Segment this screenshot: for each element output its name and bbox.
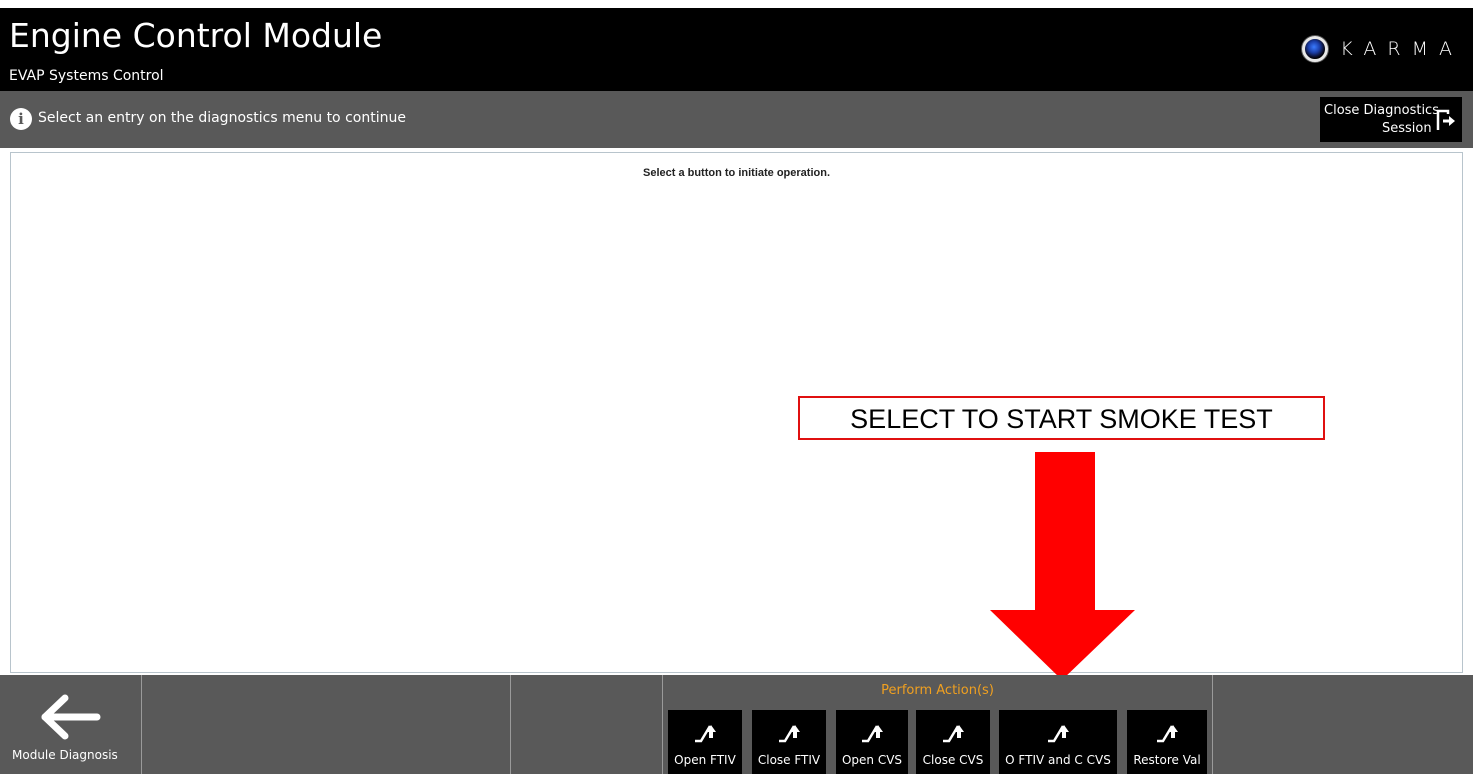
action-label: Restore Val (1133, 753, 1201, 767)
open-ftiv-close-cvs-button[interactable]: O FTIV and C CVS (999, 710, 1117, 774)
close-cvs-button[interactable]: Close CVS (916, 710, 990, 774)
actuator-icon (695, 725, 716, 743)
operation-hint: Select a button to initiate operation. (642, 167, 830, 179)
actuator-icon (779, 725, 800, 743)
action-label: O FTIV and C CVS (1005, 753, 1111, 767)
action-label: Open CVS (841, 753, 903, 767)
brand-logo: KARMA (1302, 36, 1463, 62)
page-title: Engine Control Module (9, 16, 383, 55)
open-cvs-button[interactable]: Open CVS (836, 710, 908, 774)
bottom-action-bar: Module Diagnosis Perform Action(s) Open … (0, 675, 1473, 774)
close-ftiv-button[interactable]: Close FTIV (752, 710, 826, 774)
annotation-text: SELECT TO START SMOKE TEST (850, 404, 1273, 434)
exit-door-icon (1436, 109, 1455, 130)
restore-valves-button[interactable]: Restore Val (1127, 710, 1207, 774)
module-diagnosis-back-button[interactable]: Module Diagnosis (0, 675, 141, 774)
close-button-label-line1: Close Diagnostics (1324, 103, 1439, 118)
divider (141, 675, 142, 774)
action-label: Open FTIV (674, 753, 736, 767)
back-button-label: Module Diagnosis (12, 748, 118, 762)
close-diagnostics-session-button[interactable]: Close Diagnostics Session (1320, 97, 1462, 142)
down-arrow-icon (990, 452, 1135, 680)
page-subtitle: EVAP Systems Control (9, 68, 164, 84)
perform-actions-title: Perform Action(s) (881, 683, 994, 698)
info-icon: i (10, 108, 32, 130)
divider (1212, 675, 1213, 774)
karma-orb-icon (1302, 36, 1329, 62)
actuator-icon (862, 725, 883, 743)
open-ftiv-button[interactable]: Open FTIV (668, 710, 742, 774)
back-arrow-icon (41, 694, 101, 740)
app-header: Engine Control Module EVAP Systems Contr… (0, 8, 1473, 91)
info-bar: i Select an entry on the diagnostics men… (0, 91, 1473, 148)
brand-name: KARMA (1340, 38, 1463, 60)
close-button-label-line2: Session (1382, 121, 1432, 136)
actuator-icon (1157, 725, 1178, 743)
action-label: Close FTIV (757, 753, 821, 767)
divider (510, 675, 511, 774)
actuator-icon (943, 725, 964, 743)
action-label: Close CVS (922, 753, 984, 767)
info-message: Select an entry on the diagnostics menu … (38, 110, 406, 126)
actuator-icon (1048, 725, 1069, 743)
smoke-test-annotation: SELECT TO START SMOKE TEST (798, 396, 1325, 440)
